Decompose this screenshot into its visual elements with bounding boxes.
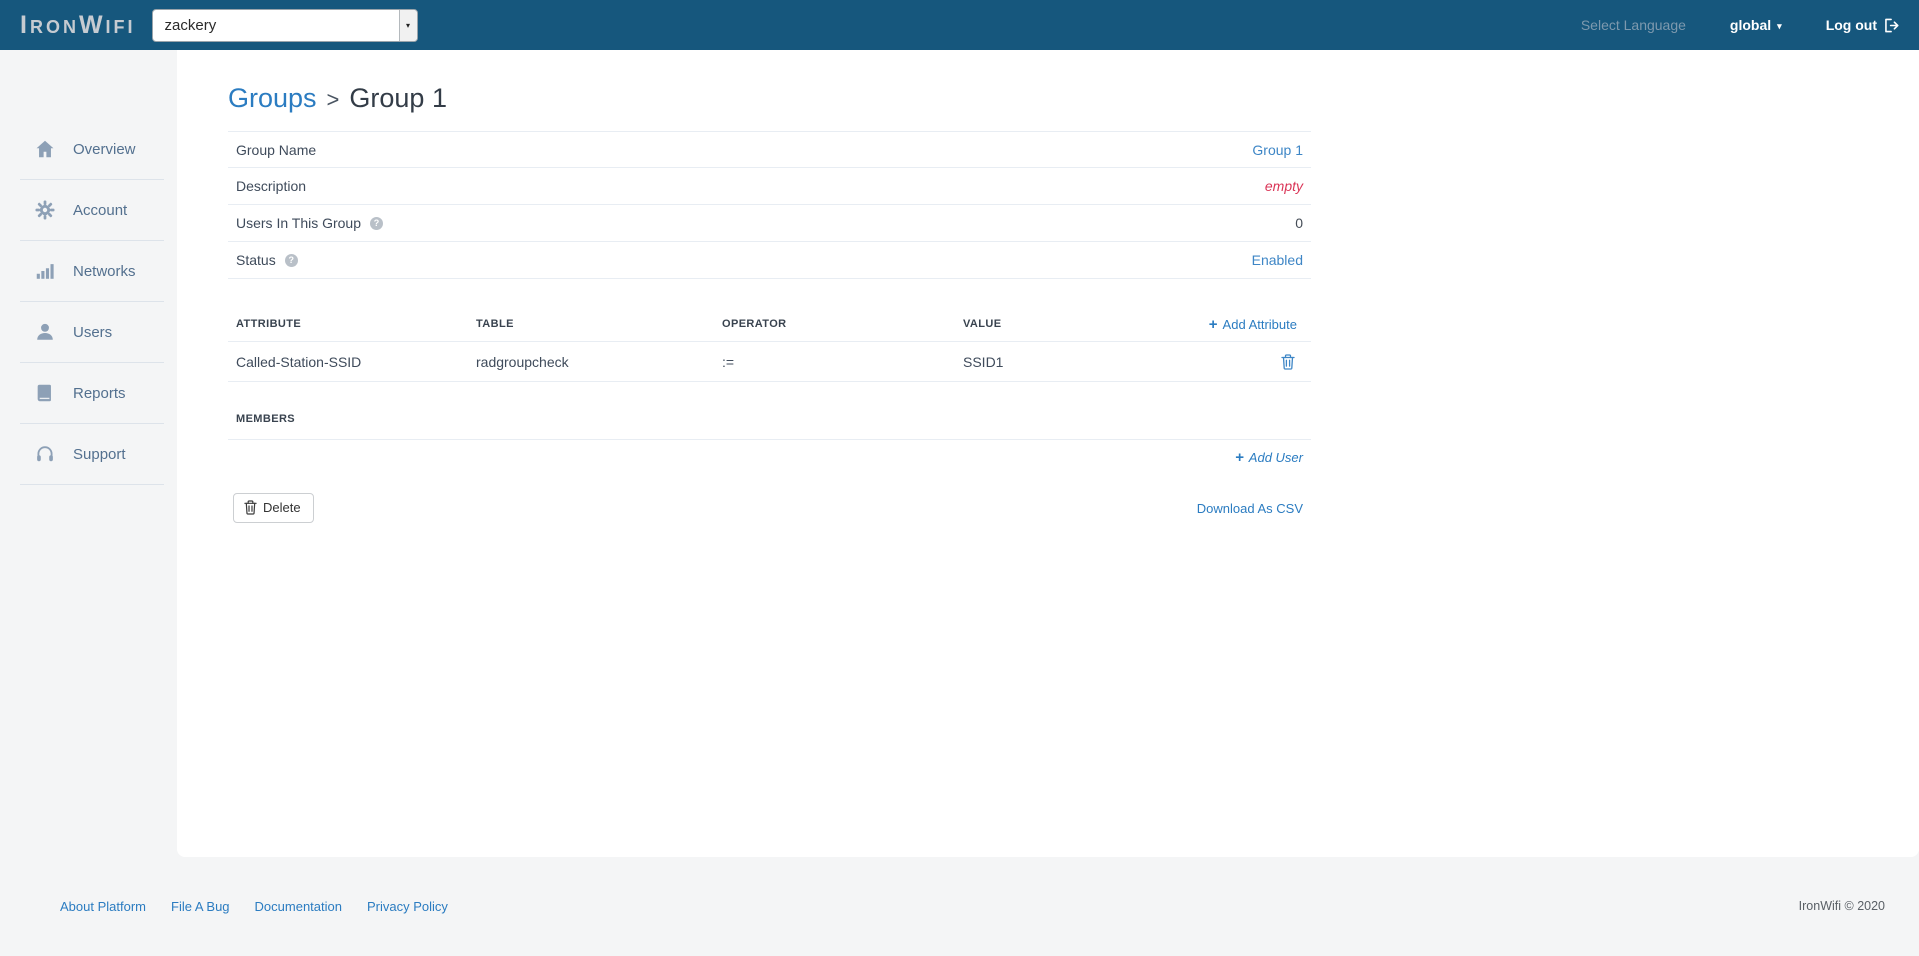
page-title: Group 1 <box>349 83 447 113</box>
plus-icon: + <box>1235 449 1244 466</box>
sidebar-item-label: Users <box>73 323 113 341</box>
group-name-value-link[interactable]: Group 1 <box>1252 142 1303 158</box>
delete-group-button[interactable]: Delete <box>233 493 314 523</box>
detail-row-status: Status ? Enabled <box>228 242 1311 279</box>
detail-label: Description <box>236 178 307 194</box>
detail-label: Users In This Group ? <box>236 215 384 231</box>
breadcrumb: Groups > Group 1 <box>228 83 1311 114</box>
help-icon[interactable]: ? <box>370 216 384 230</box>
detail-label-text: Users In This Group <box>236 215 362 231</box>
chevron-down-icon: ▾ <box>1777 20 1782 31</box>
detail-row-group-name: Group Name Group 1 <box>228 131 1311 168</box>
help-icon[interactable]: ? <box>284 253 298 267</box>
copyright-text: IronWifi © 2020 <box>1798 899 1885 913</box>
footer-link-file-a-bug[interactable]: File A Bug <box>171 899 230 914</box>
attributes-table: ATTRIBUTE TABLE OPERATOR VALUE + Add Att… <box>228 307 1311 382</box>
footer-link-about-platform[interactable]: About Platform <box>60 899 146 914</box>
attribute-value-link[interactable]: SSID1 <box>963 354 1131 370</box>
breadcrumb-separator: > <box>326 87 340 112</box>
members-title: MEMBERS <box>228 413 1311 440</box>
trash-icon <box>244 500 257 515</box>
detail-label-text: Status <box>236 252 276 268</box>
col-header-value: VALUE <box>963 318 1002 330</box>
breadcrumb-groups-link[interactable]: Groups <box>228 83 317 114</box>
region-label: global <box>1729 17 1772 33</box>
col-header-operator: OPERATOR <box>722 318 787 330</box>
sidebar-item-account[interactable]: Account <box>20 180 164 241</box>
detail-label: Status ? <box>236 252 298 268</box>
detail-label: Group Name <box>236 141 317 158</box>
download-csv-link[interactable]: Download As CSV <box>1197 501 1303 516</box>
sidebar-item-label: Support <box>73 445 126 463</box>
footer-link-documentation[interactable]: Documentation <box>255 899 342 914</box>
region-dropdown[interactable]: global ▾ <box>1730 17 1782 33</box>
sidebar-item-support[interactable]: Support <box>20 424 164 485</box>
sidebar-item-label: Overview <box>73 140 136 158</box>
select-language-link[interactable]: Select Language <box>1581 17 1686 33</box>
ironwifi-logo[interactable]: IronWifi <box>20 11 136 40</box>
main-layout: Overview Account Networks Users Reports … <box>0 50 1919 857</box>
top-navbar: IronWifi zackery ▾ Select Language globa… <box>0 0 1919 50</box>
sidebar-item-overview[interactable]: Overview <box>20 119 164 180</box>
account-select-value: zackery <box>164 16 217 34</box>
sidebar-item-label: Account <box>73 201 128 219</box>
content-panel: Groups > Group 1 Group Name Group 1 Desc… <box>177 50 1919 857</box>
headset-icon <box>32 443 58 465</box>
users-count-value: 0 <box>1295 215 1303 231</box>
sidebar-item-reports[interactable]: Reports <box>20 363 164 424</box>
account-select[interactable]: zackery ▾ <box>151 8 418 42</box>
sidebar: Overview Account Networks Users Reports … <box>0 50 177 857</box>
footer-link-privacy-policy[interactable]: Privacy Policy <box>367 899 448 914</box>
attribute-row: Called-Station-SSID radgroupcheck := SSI… <box>228 341 1311 382</box>
add-attribute-label: Add Attribute <box>1222 316 1297 332</box>
trash-icon <box>1281 353 1295 370</box>
attributes-header-row: ATTRIBUTE TABLE OPERATOR VALUE + Add Att… <box>228 307 1311 341</box>
delete-attribute-button[interactable] <box>1279 352 1297 372</box>
select-caret-icon: ▾ <box>398 9 417 41</box>
book-icon <box>32 382 58 404</box>
logout-label: Log out <box>1825 17 1877 33</box>
sidebar-item-label: Reports <box>73 384 126 402</box>
logout-button[interactable]: Log out <box>1826 17 1901 33</box>
user-icon <box>32 321 58 343</box>
footer: About Platform File A Bug Documentation … <box>0 857 1919 956</box>
detail-row-description: Description empty <box>228 168 1311 205</box>
col-header-table: TABLE <box>476 318 514 330</box>
home-icon <box>32 138 58 160</box>
sidebar-item-users[interactable]: Users <box>20 302 164 363</box>
logout-icon <box>1885 18 1899 32</box>
attribute-name-cell: Called-Station-SSID <box>236 353 362 370</box>
attribute-operator-cell[interactable]: := <box>722 354 963 370</box>
sidebar-item-label: Networks <box>73 262 136 280</box>
navbar-right: Select Language global ▾ Log out <box>1581 17 1901 33</box>
bar-chart-icon <box>32 260 58 282</box>
members-section: MEMBERS + Add User <box>228 413 1311 465</box>
add-attribute-button[interactable]: + Add Attribute <box>1209 317 1297 332</box>
description-empty-value[interactable]: empty <box>1265 178 1303 194</box>
sidebar-item-networks[interactable]: Networks <box>20 241 164 302</box>
delete-button-label: Delete <box>263 500 301 515</box>
gear-icon <box>32 199 58 221</box>
actions-row: Delete Download As CSV <box>228 493 1311 523</box>
add-user-label: Add User <box>1248 450 1303 465</box>
status-value-link[interactable]: Enabled <box>1252 252 1303 268</box>
detail-row-users-count: Users In This Group ? 0 <box>228 205 1311 242</box>
group-details-table: Group Name Group 1 Description empty Use… <box>228 131 1311 279</box>
footer-links: About Platform File A Bug Documentation … <box>60 899 448 914</box>
col-header-attribute: ATTRIBUTE <box>236 318 302 330</box>
add-user-button[interactable]: + Add User <box>1235 450 1303 465</box>
plus-icon: + <box>1208 315 1218 333</box>
attribute-table-cell: radgroupcheck <box>476 353 569 370</box>
caret-down-icon: ▾ <box>406 20 411 30</box>
